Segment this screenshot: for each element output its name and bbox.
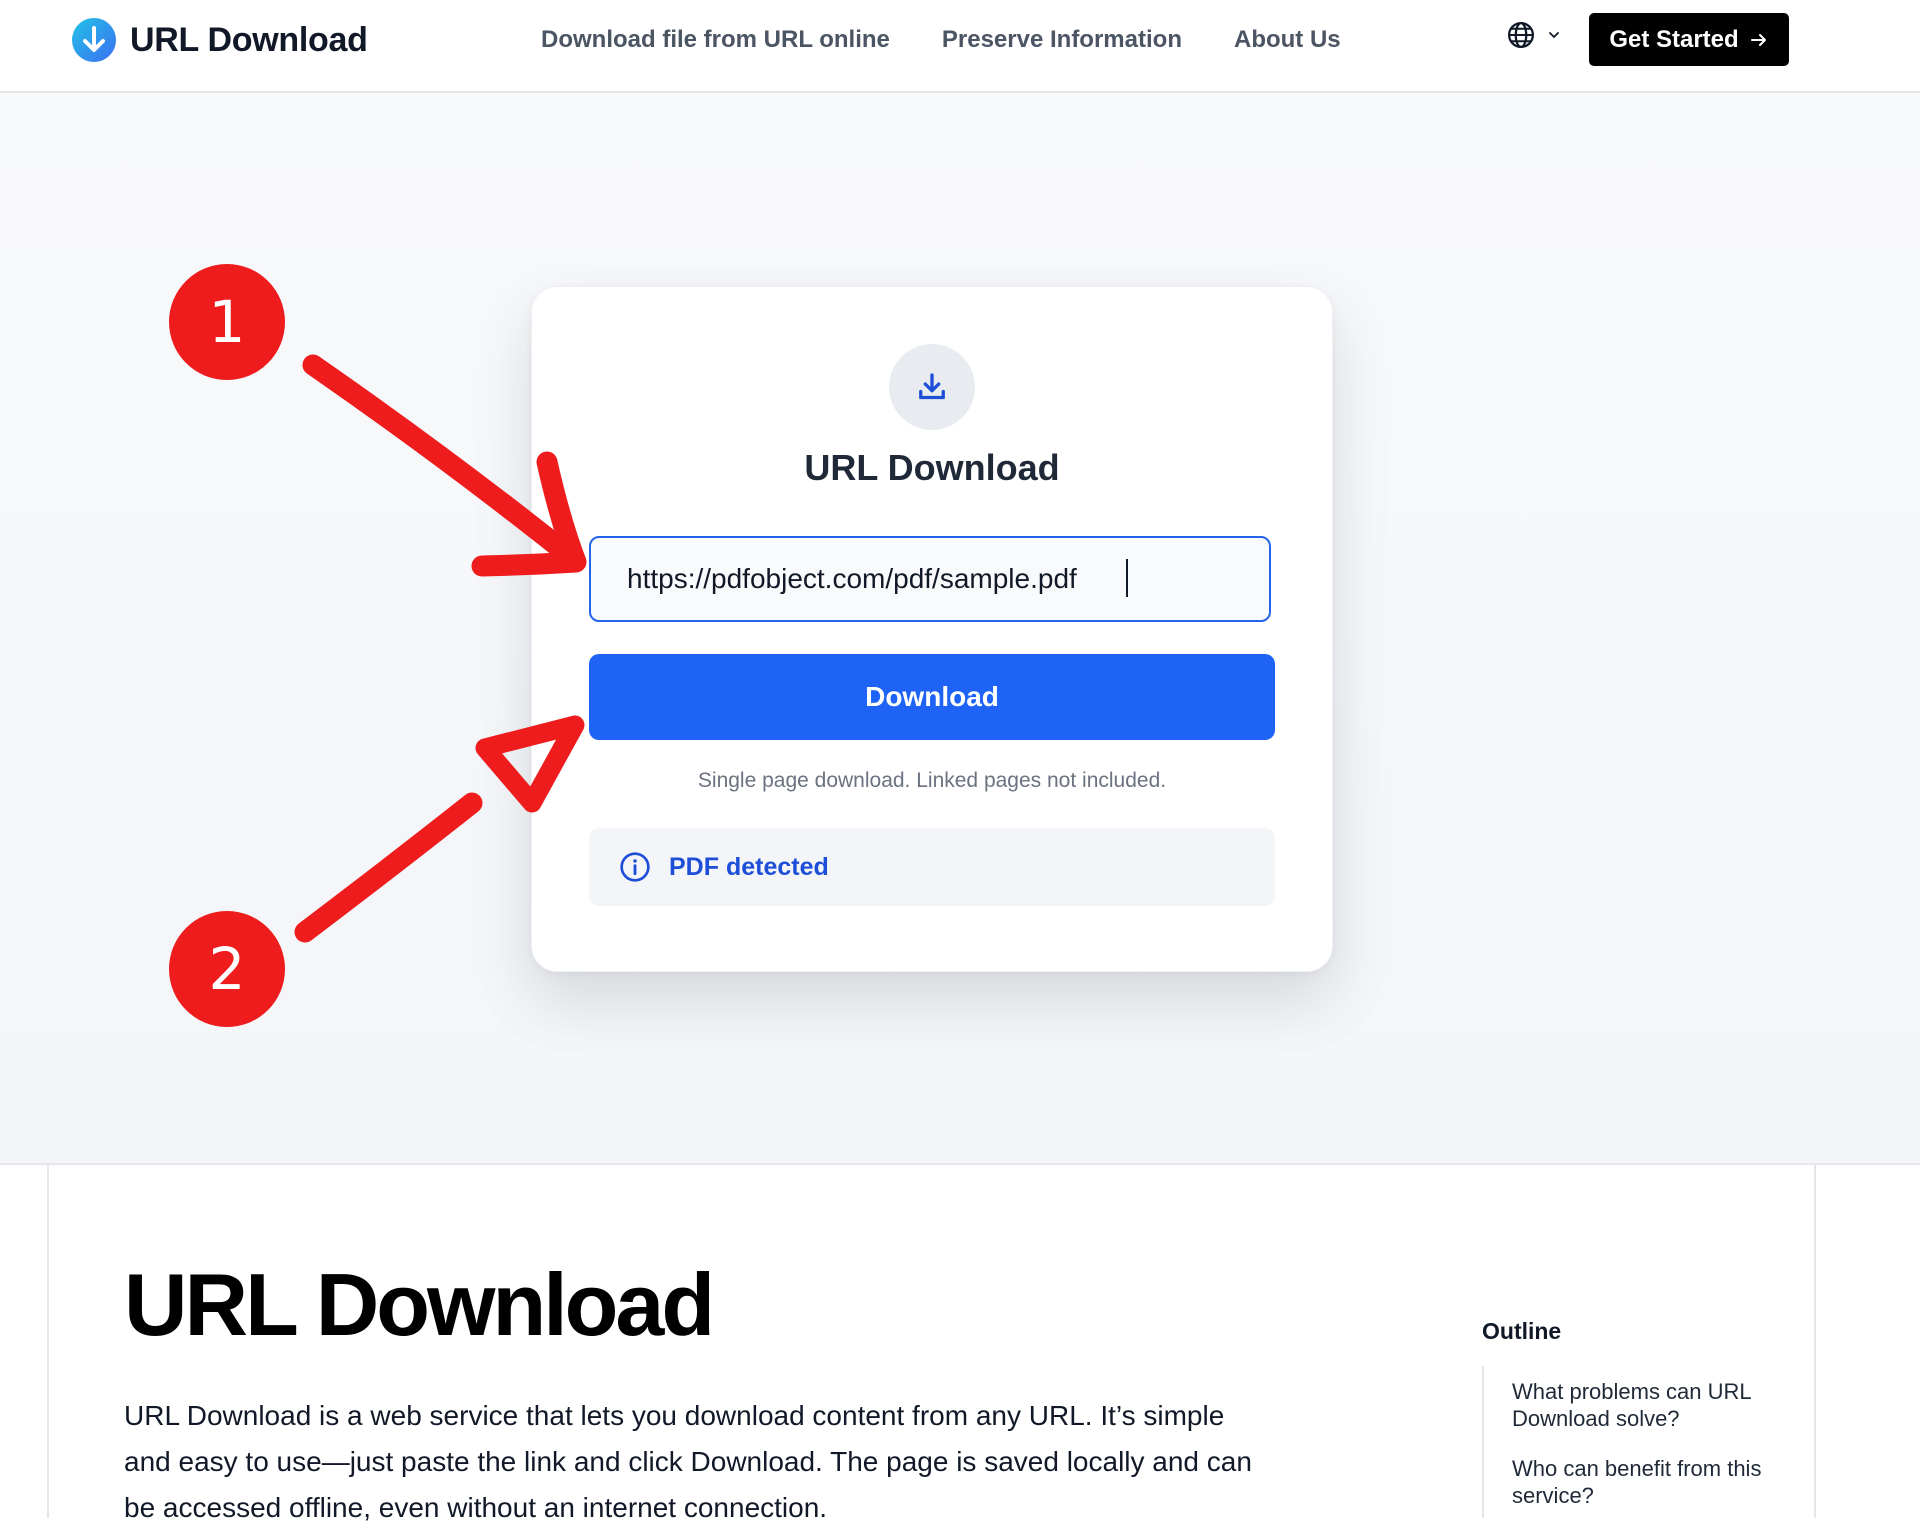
article-title: URL Download xyxy=(124,1255,715,1354)
annotation-arrow-2-head xyxy=(475,715,585,813)
outline-title: Outline xyxy=(1482,1318,1562,1344)
annotation-arrow-1-shaft xyxy=(302,354,586,571)
outline-list: What problems can URL Download solve? Wh… xyxy=(1512,1378,1772,1532)
annotation-arrow-2-shaft xyxy=(294,792,483,943)
outline-item-problems[interactable]: What problems can URL Download solve? xyxy=(1512,1378,1772,1432)
article-body: URL Download is a web service that lets … xyxy=(124,1400,1252,1523)
outline-item-who-benefits[interactable]: Who can benefit from this service? xyxy=(1512,1455,1772,1509)
annotation-badge-1: 1 xyxy=(169,264,285,380)
annotation-badge-2: 2 xyxy=(169,911,285,1027)
outline-divider xyxy=(1482,1366,1484,1518)
